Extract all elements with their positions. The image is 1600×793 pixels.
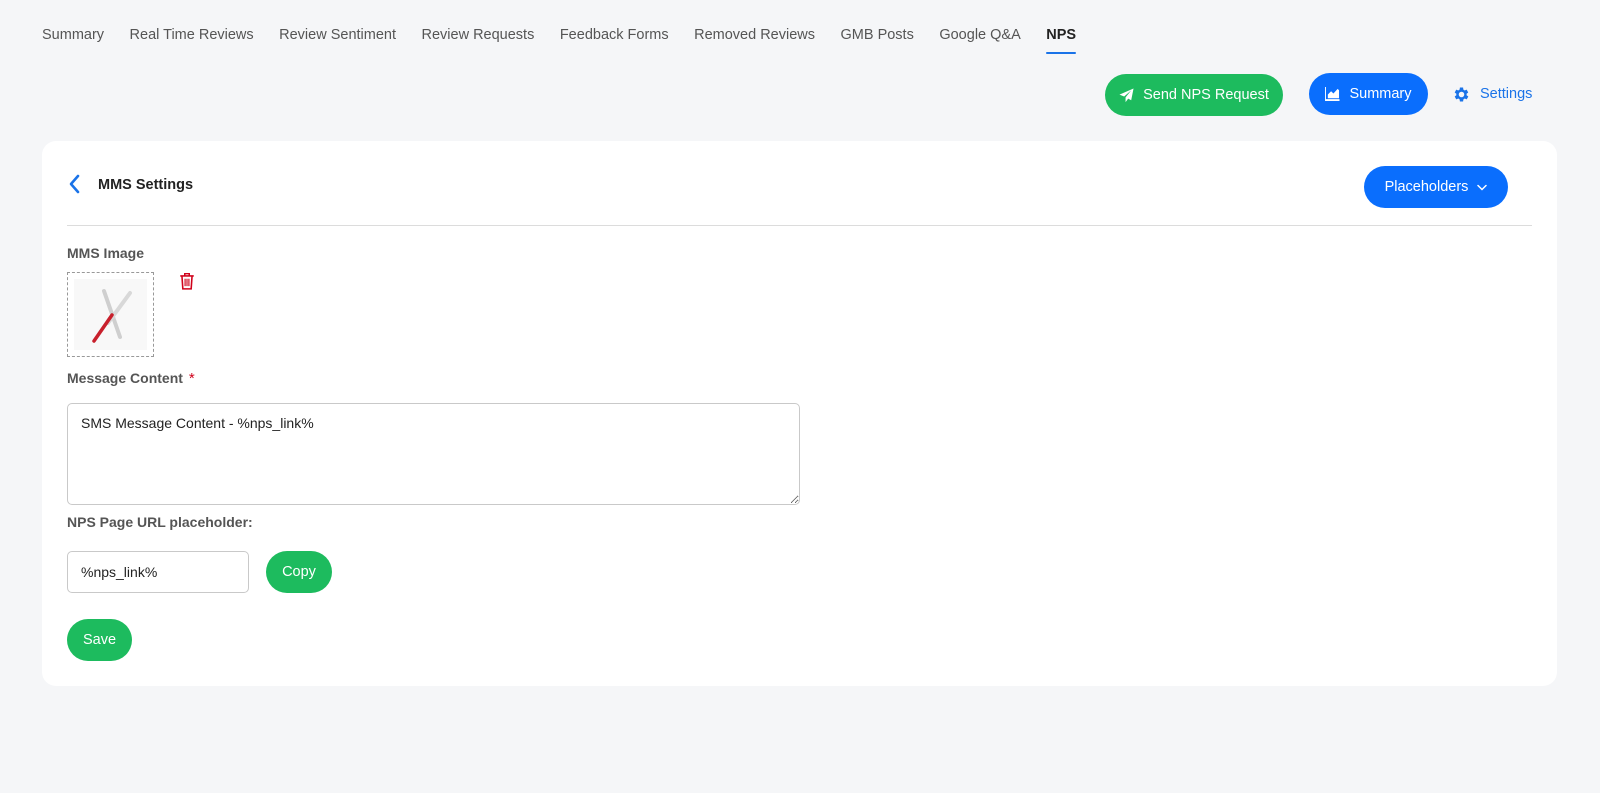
- chevron-down-icon: [1477, 184, 1488, 191]
- message-content-textarea[interactable]: SMS Message Content - %nps_link%: [67, 403, 800, 505]
- image-placeholder: [74, 279, 147, 350]
- mms-image-preview[interactable]: [67, 272, 154, 357]
- chart-icon: [1325, 87, 1340, 101]
- tab-feedback-forms[interactable]: Feedback Forms: [560, 0, 669, 56]
- settings-link[interactable]: Settings: [1452, 82, 1532, 106]
- send-nps-request-label: Send NPS Request: [1143, 87, 1269, 103]
- tab-summary[interactable]: Summary: [42, 0, 104, 56]
- url-placeholder-input[interactable]: [67, 551, 249, 593]
- save-button[interactable]: Save: [67, 619, 132, 661]
- tab-bar: Summary Real Time Reviews Review Sentime…: [42, 0, 1102, 56]
- chevron-left-icon[interactable]: [67, 174, 83, 194]
- send-nps-request-button[interactable]: Send NPS Request: [1105, 74, 1283, 116]
- summary-label: Summary: [1349, 86, 1412, 102]
- required-marker: *: [188, 370, 195, 387]
- placeholders-dropdown-button[interactable]: Placeholders: [1364, 166, 1508, 208]
- mms-settings-card: MMS Settings Placeholders MMS Image Mess…: [42, 141, 1557, 686]
- paper-plane-icon: [1119, 87, 1134, 102]
- settings-label: Settings: [1480, 86, 1533, 102]
- tab-gmb-posts[interactable]: GMB Posts: [841, 0, 914, 56]
- card-header: MMS Settings Placeholders: [67, 141, 1532, 226]
- message-content-label: Message Content *: [67, 370, 195, 387]
- url-placeholder-label: NPS Page URL placeholder:: [67, 514, 253, 530]
- gear-icon: [1454, 87, 1469, 101]
- trash-icon[interactable]: [179, 272, 195, 290]
- copy-button[interactable]: Copy: [266, 551, 332, 593]
- image-placeholder-icon: [92, 289, 132, 343]
- mms-image-label: MMS Image: [67, 245, 145, 261]
- tab-real-time-reviews[interactable]: Real Time Reviews: [130, 0, 254, 56]
- tab-review-sentiment[interactable]: Review Sentiment: [279, 0, 396, 56]
- tab-review-requests[interactable]: Review Requests: [422, 0, 535, 56]
- tab-google-qa[interactable]: Google Q&A: [939, 0, 1020, 56]
- message-content-label-text: Message Content: [67, 370, 183, 386]
- page-title: MMS Settings: [98, 177, 194, 193]
- summary-button[interactable]: Summary: [1309, 73, 1428, 115]
- placeholders-label: Placeholders: [1384, 179, 1469, 195]
- tab-removed-reviews[interactable]: Removed Reviews: [694, 0, 815, 56]
- tab-nps[interactable]: NPS: [1046, 0, 1076, 56]
